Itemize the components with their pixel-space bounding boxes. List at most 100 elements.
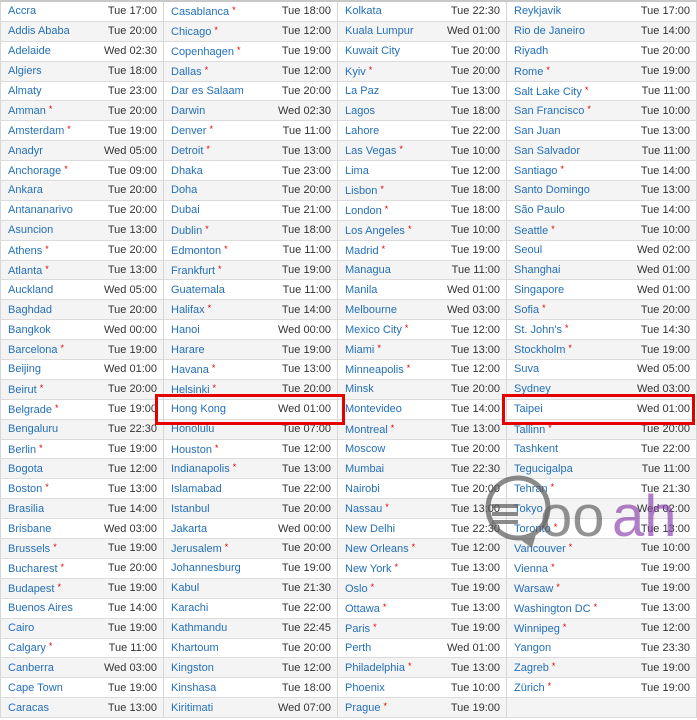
city-link[interactable]: Paris	[345, 623, 370, 635]
city-link[interactable]: St. John's	[514, 324, 562, 336]
city-link[interactable]: Caracas	[8, 702, 49, 714]
city-link[interactable]: Harare	[171, 344, 205, 356]
city-link[interactable]: Dhaka	[171, 165, 203, 177]
city-link[interactable]: Toronto	[514, 523, 551, 535]
city-link[interactable]: Brisbane	[8, 523, 51, 535]
city-link[interactable]: Dubai	[171, 204, 200, 216]
city-link[interactable]: Reykjavik	[514, 5, 561, 17]
city-link[interactable]: Anchorage	[8, 165, 61, 177]
city-link[interactable]: Tegucigalpa	[514, 463, 573, 475]
city-link[interactable]: Budapest	[8, 583, 54, 595]
city-link[interactable]: Vienna	[514, 563, 548, 575]
city-link[interactable]: Riyadh	[514, 45, 548, 57]
city-link[interactable]: Tehran	[514, 483, 548, 495]
city-link[interactable]: Kinshasa	[171, 682, 216, 694]
city-link[interactable]: Perth	[345, 642, 371, 654]
city-link[interactable]: Islamabad	[171, 483, 222, 495]
city-link[interactable]: Algiers	[8, 65, 42, 77]
city-link[interactable]: Mexico City	[345, 324, 402, 336]
city-link[interactable]: Kingston	[171, 662, 214, 674]
city-link[interactable]: Asuncion	[8, 224, 53, 236]
city-link[interactable]: Nassau	[345, 503, 382, 515]
city-link[interactable]: Athens	[8, 245, 42, 257]
city-link[interactable]: Salt Lake City	[514, 86, 582, 98]
city-link[interactable]: Oslo	[345, 583, 368, 595]
city-link[interactable]: Bengaluru	[8, 423, 58, 435]
city-link[interactable]: Khartoum	[171, 642, 219, 654]
city-link[interactable]: Antananarivo	[8, 204, 73, 216]
city-link[interactable]: Zagreb	[514, 662, 549, 674]
city-link[interactable]: Seoul	[514, 244, 542, 256]
city-link[interactable]: Bogota	[8, 463, 43, 475]
city-link[interactable]: Almaty	[8, 85, 42, 97]
city-link[interactable]: Helsinki	[171, 384, 210, 396]
city-link[interactable]: Frankfurt	[171, 265, 215, 277]
city-link[interactable]: Jakarta	[171, 523, 207, 535]
city-link[interactable]: Santiago	[514, 165, 557, 177]
city-link[interactable]: Lahore	[345, 125, 379, 137]
city-link[interactable]: Houston	[171, 444, 212, 456]
city-link[interactable]: Yangon	[514, 642, 551, 654]
city-link[interactable]: Zürich	[514, 682, 545, 694]
city-link[interactable]: São Paulo	[514, 204, 565, 216]
city-link[interactable]: Cape Town	[8, 682, 63, 694]
city-link[interactable]: Beirut	[8, 384, 37, 396]
city-link[interactable]: Dublin	[171, 225, 202, 237]
city-link[interactable]: Kabul	[171, 582, 199, 594]
city-link[interactable]: Doha	[171, 184, 197, 196]
city-link[interactable]: Miami	[345, 344, 374, 356]
city-link[interactable]: Manila	[345, 284, 377, 296]
city-link[interactable]: Kiritimati	[171, 702, 213, 714]
city-link[interactable]: Seattle	[514, 225, 548, 237]
city-link[interactable]: Honolulu	[171, 423, 214, 435]
city-link[interactable]: Los Angeles	[345, 225, 405, 237]
city-link[interactable]: Accra	[8, 5, 36, 17]
city-link[interactable]: Amman	[8, 105, 46, 117]
city-link[interactable]: Minsk	[345, 383, 374, 395]
city-link[interactable]: Tashkent	[514, 443, 558, 455]
city-link[interactable]: Canberra	[8, 662, 54, 674]
city-link[interactable]: Kolkata	[345, 5, 382, 17]
city-link[interactable]: Stockholm	[514, 344, 565, 356]
city-link[interactable]: Sydney	[514, 383, 551, 395]
city-link[interactable]: Barcelona	[8, 344, 58, 356]
city-link[interactable]: Vancouver	[514, 543, 566, 555]
city-link[interactable]: Montreal	[345, 424, 388, 436]
city-link[interactable]: Winnipeg	[514, 623, 560, 635]
city-link[interactable]: Anadyr	[8, 145, 43, 157]
city-link[interactable]: Hong Kong	[171, 403, 226, 415]
city-link[interactable]: Copenhagen	[171, 46, 234, 58]
city-link[interactable]: Adelaide	[8, 45, 51, 57]
city-link[interactable]: Shanghai	[514, 264, 561, 276]
city-link[interactable]: Rio de Janeiro	[514, 25, 585, 37]
city-link[interactable]: Mumbai	[345, 463, 384, 475]
city-link[interactable]: Johannesburg	[171, 562, 241, 574]
city-link[interactable]: New York	[345, 563, 391, 575]
city-link[interactable]: Havana	[171, 364, 209, 376]
city-link[interactable]: Suva	[514, 363, 539, 375]
city-link[interactable]: Kuwait City	[345, 45, 400, 57]
city-link[interactable]: Brussels	[8, 543, 50, 555]
city-link[interactable]: Guatemala	[171, 284, 225, 296]
city-link[interactable]: Washington DC	[514, 603, 591, 615]
city-link[interactable]: Cairo	[8, 622, 34, 634]
city-link[interactable]: Edmonton	[171, 245, 221, 257]
city-link[interactable]: Lisbon	[345, 185, 377, 197]
city-link[interactable]: Tokyo	[514, 503, 543, 515]
city-link[interactable]: Calgary	[8, 642, 46, 654]
city-link[interactable]: Indianapolis	[171, 463, 230, 475]
city-link[interactable]: Kyiv	[345, 66, 366, 78]
city-link[interactable]: Karachi	[171, 602, 208, 614]
city-link[interactable]: Ankara	[8, 184, 43, 196]
city-link[interactable]: Rome	[514, 66, 543, 78]
city-link[interactable]: Las Vegas	[345, 145, 396, 157]
city-link[interactable]: Warsaw	[514, 583, 553, 595]
city-link[interactable]: San Francisco	[514, 105, 584, 117]
city-link[interactable]: Beijing	[8, 363, 41, 375]
city-link[interactable]: Istanbul	[171, 503, 210, 515]
city-link[interactable]: Singapore	[514, 284, 564, 296]
city-link[interactable]: Prague	[345, 702, 380, 714]
city-link[interactable]: La Paz	[345, 85, 379, 97]
city-link[interactable]: Melbourne	[345, 304, 397, 316]
city-link[interactable]: Buenos Aires	[8, 602, 73, 614]
